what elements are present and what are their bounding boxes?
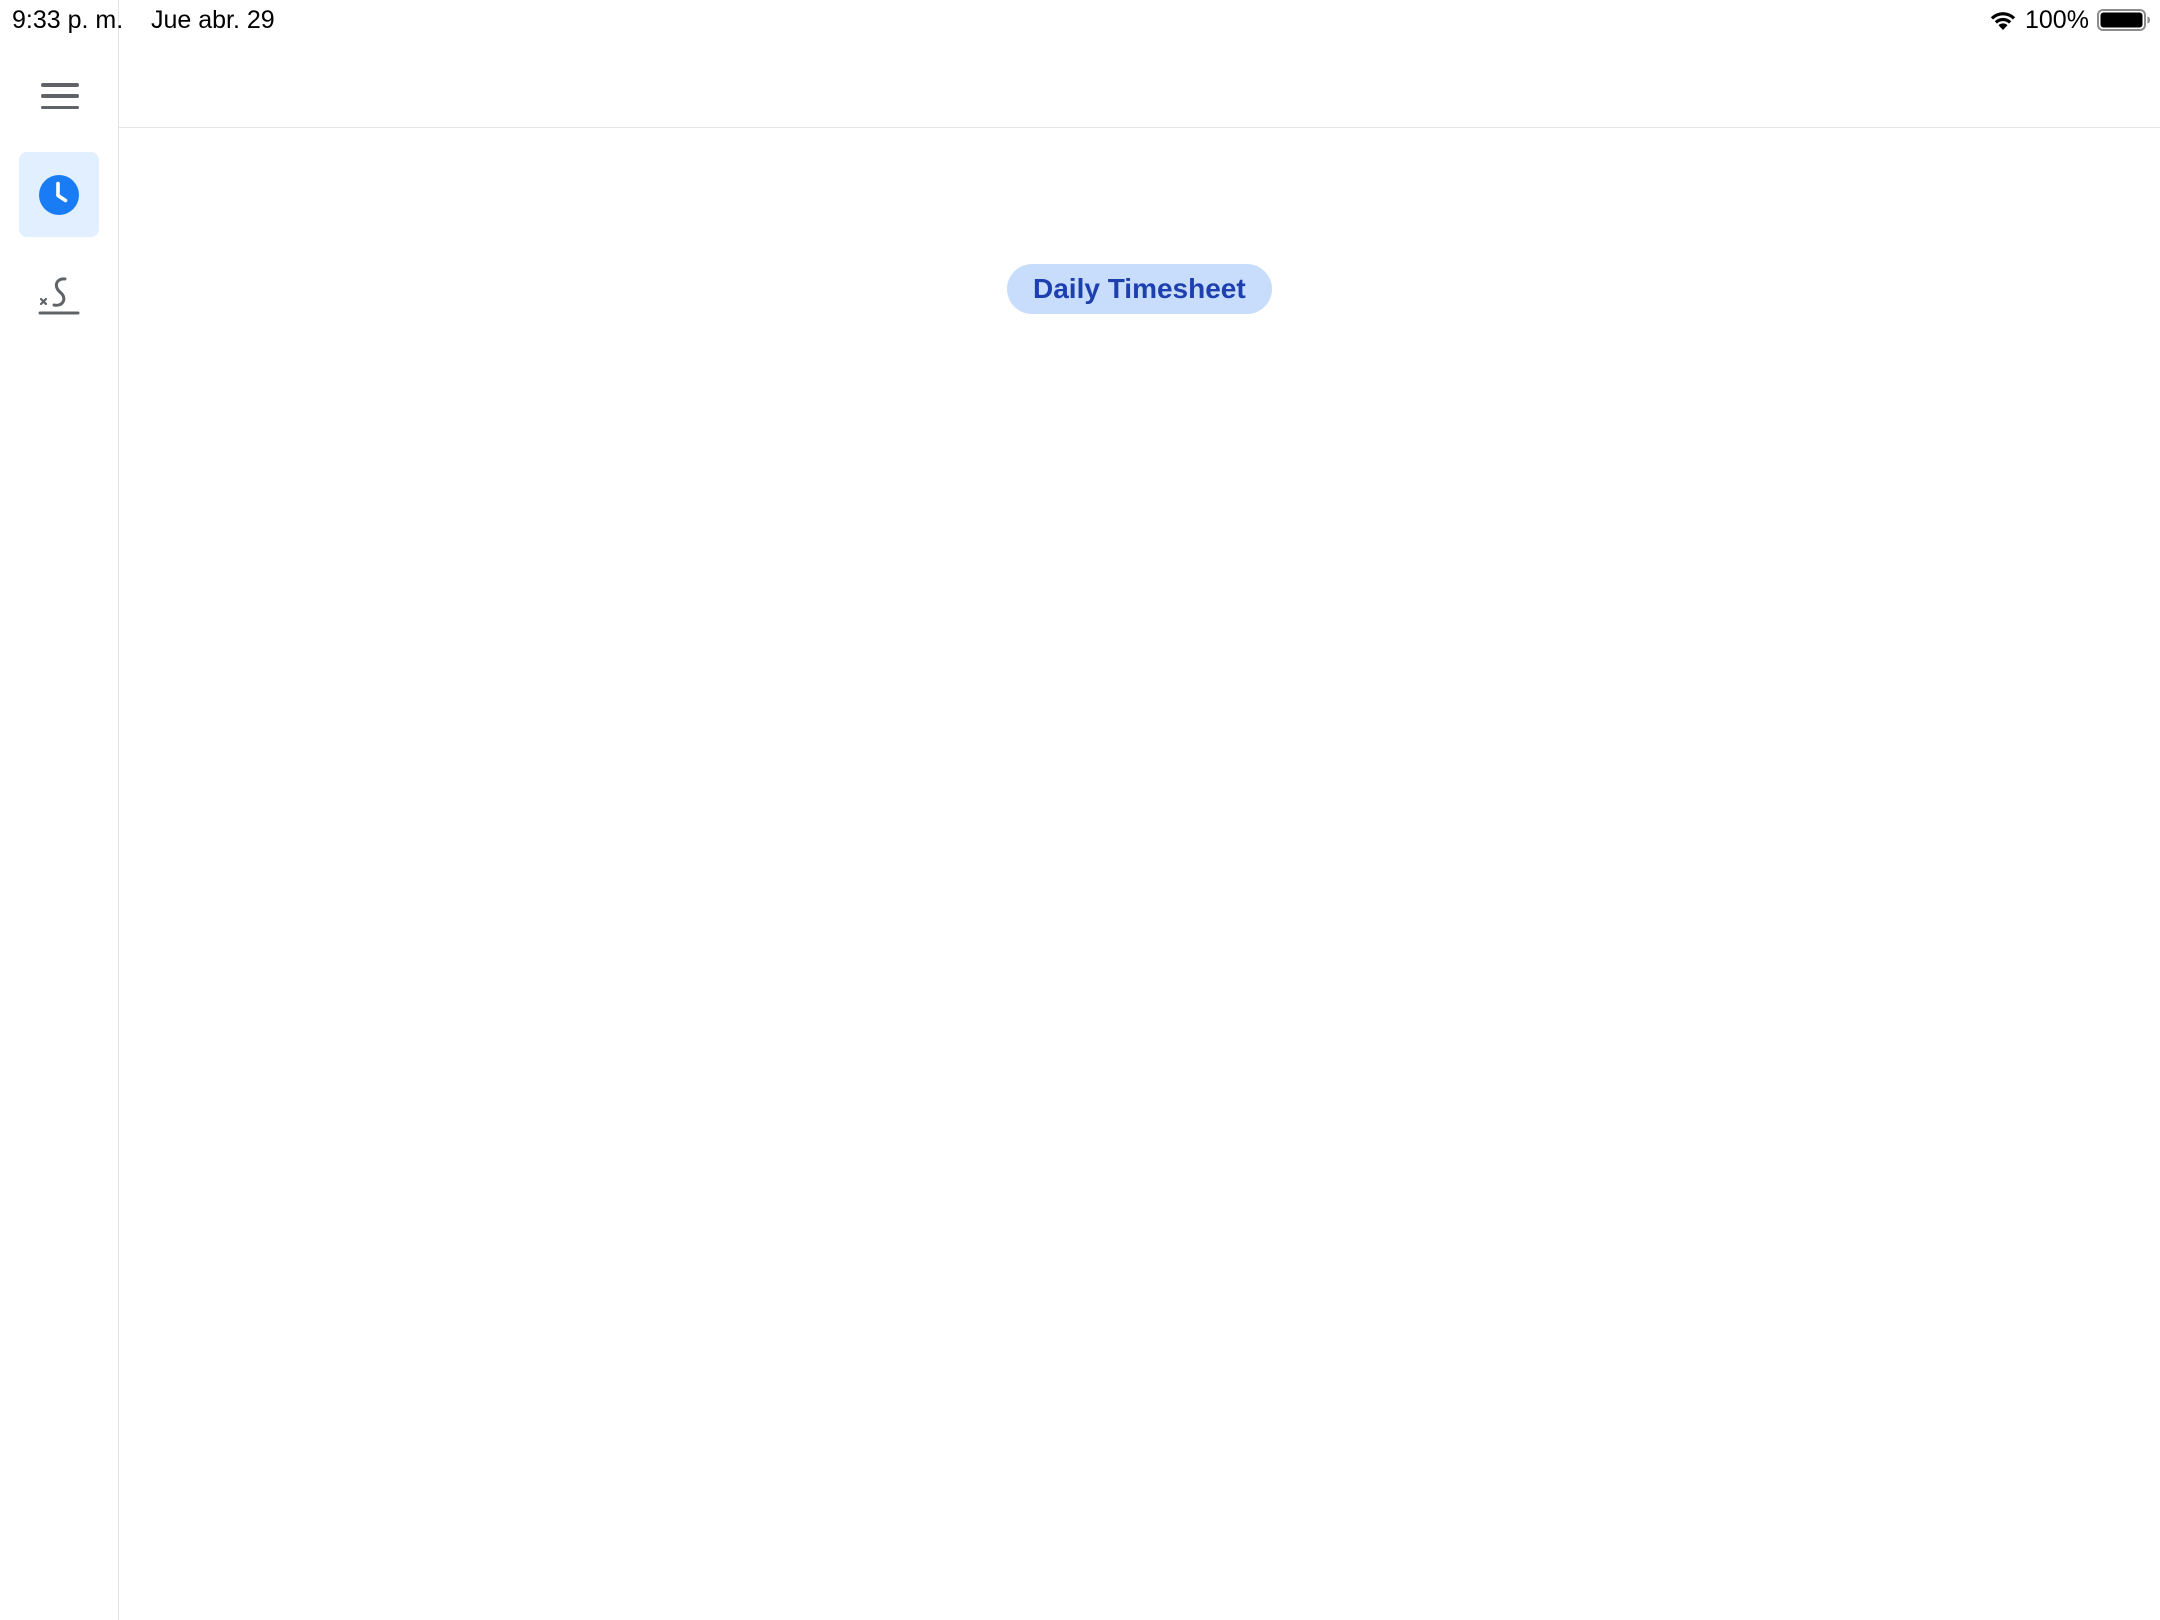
battery-percent: 100% [2025, 6, 2089, 34]
main-content: Daily Timesheet [119, 128, 2160, 1620]
status-time: 9:33 p. m. [12, 6, 124, 34]
status-bar: 9:33 p. m. Jue abr. 29 100% [0, 0, 2160, 40]
navigation-rail [0, 0, 119, 1620]
app-screen: 9:33 p. m. Jue abr. 29 100% Daily Timesh… [0, 0, 2160, 1620]
hamburger-menu-icon-line [41, 94, 79, 98]
nav-item-timesheet[interactable] [19, 152, 99, 237]
nav-item-signature[interactable] [19, 254, 99, 339]
clock-icon [39, 174, 79, 215]
wifi-icon [1990, 12, 2016, 30]
hamburger-menu-button[interactable] [34, 76, 86, 116]
hamburger-menu-icon [41, 83, 79, 87]
battery-icon [2097, 9, 2150, 31]
page-title-chip: Daily Timesheet [1007, 264, 1272, 314]
status-date: Jue abr. 29 [151, 6, 275, 34]
signature-icon [38, 276, 80, 314]
hamburger-menu-icon-line [41, 105, 79, 109]
